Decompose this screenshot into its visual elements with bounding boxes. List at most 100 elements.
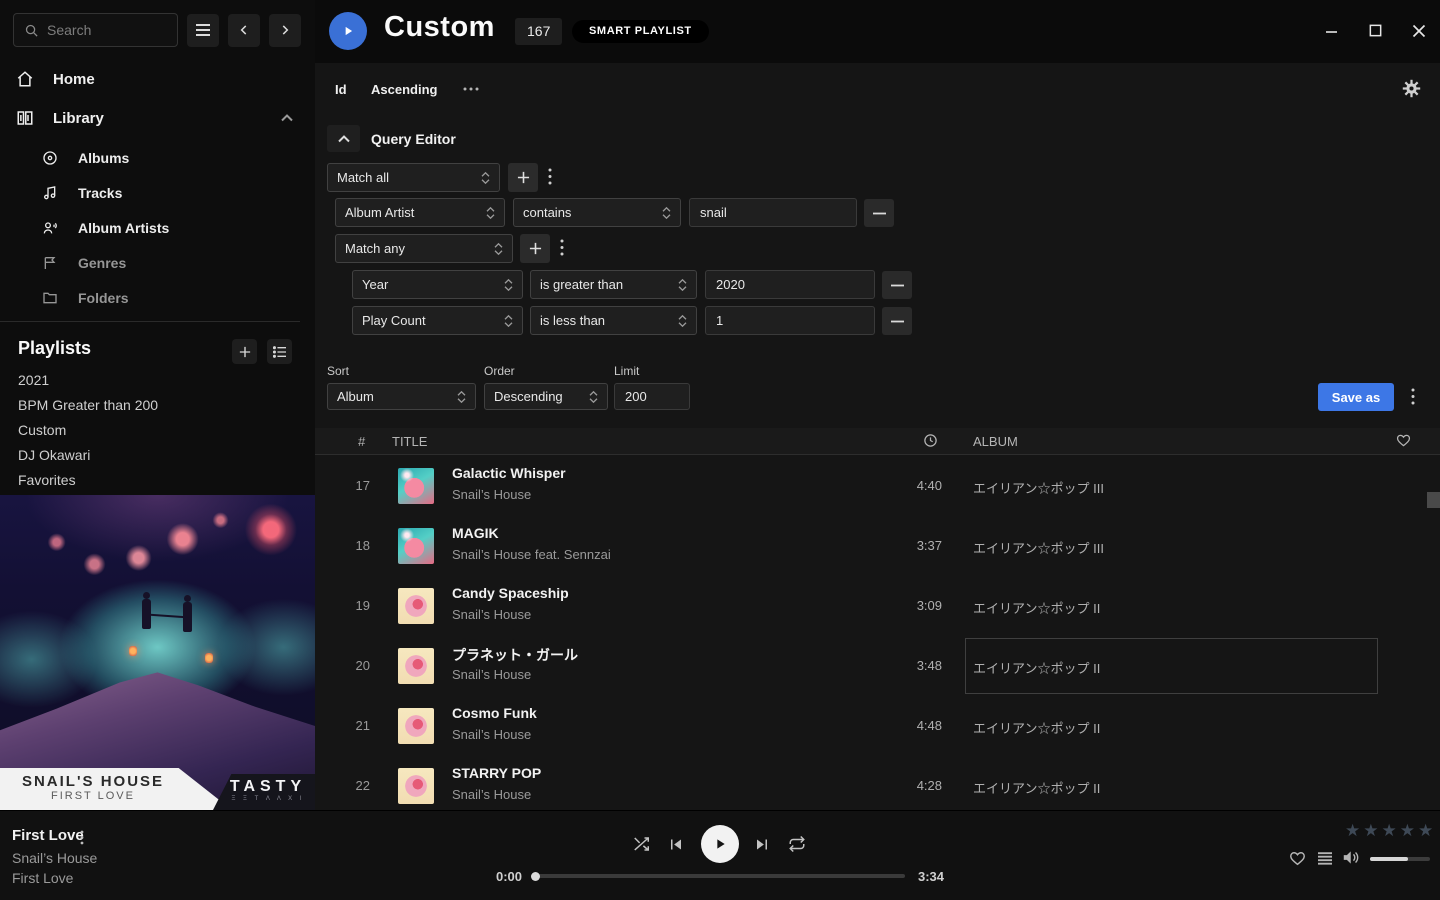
track-row[interactable]: 21 Cosmo Funk Snail’s House 4:48 エイリアン☆ポ…	[315, 696, 1440, 756]
sidebar-item-label: Library	[53, 110, 104, 127]
list-scrollbar-thumb[interactable]	[1427, 492, 1440, 508]
rule-operator-select[interactable]: is greater than	[530, 270, 697, 299]
order-label: Order	[484, 364, 515, 378]
chevron-up-icon	[338, 135, 350, 143]
progress-handle[interactable]	[531, 872, 540, 881]
search-box[interactable]	[13, 13, 178, 47]
select-value: Album Artist	[345, 205, 414, 220]
order-select[interactable]: Descending	[484, 383, 608, 410]
select-caret-icon	[662, 206, 671, 220]
favorite-heart-icon[interactable]	[1396, 433, 1411, 447]
sidebar-item-tracks[interactable]: Tracks	[0, 178, 315, 208]
nav-back-button[interactable]	[228, 14, 260, 47]
next-track-button[interactable]	[754, 837, 770, 852]
rule-operator-select[interactable]: contains	[513, 198, 681, 227]
search-input[interactable]	[47, 22, 167, 38]
subgroup-match-type-select[interactable]: Match any	[335, 234, 513, 263]
favorite-heart-icon[interactable]	[1289, 850, 1306, 866]
save-as-button[interactable]: Save as	[1318, 383, 1394, 411]
gear-icon[interactable]	[1402, 79, 1421, 98]
save-options-kebab-icon[interactable]	[1409, 386, 1417, 407]
select-caret-icon	[504, 278, 513, 292]
add-playlist-button[interactable]	[232, 339, 257, 364]
remove-rule-button[interactable]	[882, 307, 912, 335]
sidebar-item-albums[interactable]: Albums	[0, 143, 315, 173]
playlist-item[interactable]: DJ Okawari	[18, 447, 90, 463]
window-minimize-button[interactable]	[1323, 23, 1340, 40]
repeat-button[interactable]	[787, 835, 807, 853]
rule-field-select[interactable]: Album Artist	[335, 198, 505, 227]
playlist-item[interactable]: 2021	[18, 372, 49, 388]
query-editor-collapse-button[interactable]	[327, 125, 360, 152]
column-album[interactable]: ALBUM	[973, 434, 1018, 449]
track-row[interactable]: 20 プラネット・ガール Snail’s House 3:48 エイリアン☆ポッ…	[315, 636, 1440, 696]
duration-clock-icon[interactable]	[923, 433, 938, 448]
playlist-view-button[interactable]	[267, 339, 292, 364]
track-title: Galactic Whisper	[452, 465, 566, 481]
track-artwork	[398, 648, 434, 684]
playlist-item[interactable]: BPM Greater than 200	[18, 397, 158, 413]
track-artist: Snail’s House feat. Sennzai	[452, 547, 611, 562]
queue-icon[interactable]	[1317, 852, 1333, 865]
sidebar-item-label: Album Artists	[78, 220, 169, 236]
rule-value-input[interactable]	[705, 306, 875, 335]
list-icon	[273, 346, 287, 358]
play-pause-button[interactable]	[701, 825, 739, 863]
rule-field-select[interactable]: Year	[352, 270, 523, 299]
limit-input[interactable]	[614, 383, 690, 410]
rating-stars[interactable]: ★★★★★	[1345, 821, 1436, 841]
shuffle-button[interactable]	[632, 835, 651, 853]
progress-bar[interactable]	[535, 874, 905, 878]
figure-right	[183, 602, 192, 632]
star-icon[interactable]: ★	[1345, 821, 1363, 840]
rule-operator-select[interactable]: is less than	[530, 306, 697, 335]
track-row[interactable]: 19 Candy Spaceship Snail’s House 3:09 エイ…	[315, 576, 1440, 636]
window-maximize-button[interactable]	[1368, 23, 1383, 38]
play-playlist-button[interactable]	[329, 12, 367, 50]
track-row[interactable]: 22 STARRY POP Snail’s House 4:28 エイリアン☆ポ…	[315, 756, 1440, 810]
elapsed-time: 0:00	[478, 869, 522, 884]
volume-speaker-icon[interactable]	[1342, 849, 1361, 866]
subgroup-options-kebab-icon[interactable]	[558, 237, 566, 258]
track-album: エイリアン☆ポップ II	[973, 658, 1100, 677]
sidebar-item-library[interactable]: Library	[0, 102, 315, 134]
main-content: Custom 167 SMART PLAYLIST Id Ascending	[315, 0, 1440, 810]
sort-select[interactable]: Album	[327, 383, 476, 410]
star-icon[interactable]: ★	[1400, 821, 1418, 840]
now-playing-kebab-icon[interactable]	[80, 830, 84, 845]
nav-forward-button[interactable]	[269, 14, 301, 47]
now-playing-cover-art[interactable]: SNAIL'S HOUSE FIRST LOVE TASTY Ξ Ξ T Λ Λ…	[0, 495, 315, 810]
match-type-select[interactable]: Match all	[327, 163, 500, 192]
add-rule-button[interactable]	[508, 163, 538, 192]
column-title[interactable]: TITLE	[392, 434, 427, 449]
playlist-item-selected[interactable]: Custom	[18, 422, 66, 438]
chevron-up-icon[interactable]	[281, 114, 293, 122]
rule-field-select[interactable]: Play Count	[352, 306, 523, 335]
window-close-button[interactable]	[1411, 23, 1427, 39]
group-options-kebab-icon[interactable]	[546, 166, 554, 187]
sort-direction-button[interactable]: Ascending	[371, 82, 437, 97]
remove-rule-button[interactable]	[882, 271, 912, 299]
rule-value-input[interactable]	[705, 270, 875, 299]
sort-field-button[interactable]: Id	[335, 82, 347, 97]
sidebar-item-folders[interactable]: Folders	[0, 283, 315, 313]
previous-track-button[interactable]	[668, 837, 684, 852]
sidebar-item-album-artists[interactable]: Album Artists	[0, 213, 315, 243]
sidebar: Home Library Albums Tracks	[0, 0, 315, 810]
star-icon[interactable]: ★	[1418, 821, 1436, 840]
remove-rule-button[interactable]	[864, 199, 894, 227]
more-options-icon[interactable]	[463, 87, 479, 91]
select-caret-icon	[486, 206, 495, 220]
sidebar-item-home[interactable]: Home	[0, 63, 315, 95]
volume-slider[interactable]	[1370, 857, 1430, 861]
add-subrule-button[interactable]	[520, 234, 550, 263]
playlist-item[interactable]: Favorites	[18, 472, 76, 488]
star-icon[interactable]: ★	[1382, 821, 1400, 840]
track-row[interactable]: 18 MAGIK Snail’s House feat. Sennzai 3:3…	[315, 516, 1440, 576]
rule-value-input[interactable]	[689, 198, 857, 227]
track-table-header: # TITLE ALBUM	[315, 428, 1440, 455]
sidebar-item-genres[interactable]: Genres	[0, 248, 315, 278]
track-row[interactable]: 17 Galactic Whisper Snail’s House 4:40 エ…	[315, 456, 1440, 516]
star-icon[interactable]: ★	[1363, 821, 1381, 840]
menu-button[interactable]	[187, 14, 219, 47]
